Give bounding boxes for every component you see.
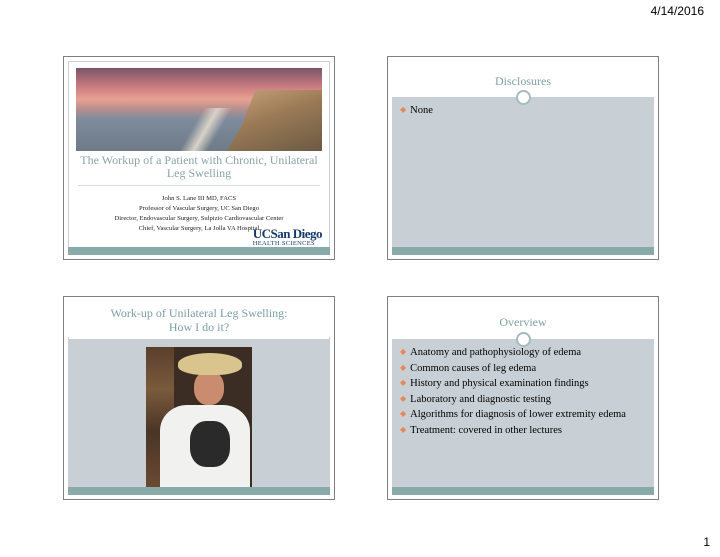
slide-overview: Overview ◆ Anatomy and pathophysiology of… — [387, 296, 659, 500]
list-item: ◆ Treatment: covered in other lectures — [400, 423, 626, 439]
slide-title-line-2: How I do it? — [168, 320, 230, 334]
bullet-text: History and physical examination finding… — [410, 378, 589, 389]
dog — [190, 421, 230, 467]
slide-title-line-1: Work-up of Unilateral Leg Swelling: — [110, 306, 288, 320]
slide-workup: Work-up of Unilateral Leg Swelling: How … — [63, 296, 335, 500]
bullet-text: Treatment: covered in other lectures — [410, 424, 562, 436]
credit-line: Director, Endovascular Surgery, Sulpizio… — [114, 215, 284, 222]
cowboy-hat — [178, 353, 242, 375]
logo-line-1: UCSan Diego — [252, 226, 323, 241]
page-date: 4/14/2016 — [650, 4, 704, 18]
list-item: ◆ Anatomy and pathophysiology of edema — [400, 345, 626, 361]
slide-bottom-bar — [68, 487, 330, 495]
bullet-text: Algorithms for diagnosis of lower extrem… — [410, 409, 626, 420]
credit-line: John S. Lane III MD, FACS — [161, 195, 237, 202]
ucsd-logo: UCSan Diego HEALTH SCIENCES — [252, 226, 323, 248]
page-number: 1 — [703, 535, 710, 549]
list-item: ◆ History and physical examination findin… — [400, 376, 626, 392]
bullet-text: None — [410, 105, 433, 116]
beach-photo — [76, 68, 322, 151]
credit-line: Professor of Vascular Surgery, UC San Di… — [138, 205, 259, 212]
slide-title-text: Overview — [499, 315, 547, 329]
bullet-text: Common causes of leg edema — [410, 362, 537, 374]
list-item: ◆ Algorithms for diagnosis of lower extre… — [400, 407, 626, 423]
slide-title-text: Disclosures — [495, 74, 551, 88]
bullet-text: Laboratory and diagnostic testing — [410, 393, 551, 405]
slide-title: The Workup of a Patient with Chronic, Un… — [63, 56, 335, 260]
slide-disclosures: Disclosures ◆ None — [387, 56, 659, 260]
bullet-icon: ◆ — [400, 362, 407, 372]
presentation-title: The Workup of a Patient with Chronic, Un… — [80, 153, 318, 180]
bullet-icon: ◆ — [400, 424, 407, 434]
slide-bottom-bar — [392, 487, 654, 495]
circle-marker-icon — [516, 332, 531, 347]
shoreline — [166, 108, 236, 151]
face — [194, 371, 224, 405]
list-item: ◆ Laboratory and diagnostic testing — [400, 392, 626, 408]
bullet-icon: ◆ — [400, 409, 407, 418]
bullet-icon: ◆ — [400, 105, 407, 114]
title-band: Work-up of Unilateral Leg Swelling: How … — [68, 301, 330, 337]
bullet-icon: ◆ — [400, 347, 407, 356]
circle-marker-icon — [516, 90, 531, 105]
body-panel: ◆ Anatomy and pathophysiology of edema ◆ C… — [392, 339, 654, 487]
body-panel: ◆ None — [392, 97, 654, 247]
slide-bottom-bar — [68, 247, 330, 255]
presenter-photo — [146, 347, 252, 488]
list-item: ◆ None — [400, 103, 433, 119]
list-item: ◆ Common causes of leg edema — [400, 361, 626, 377]
bullet-text: Anatomy and pathophysiology of edema — [410, 347, 582, 358]
bullet-list: ◆ None — [400, 103, 433, 119]
title-divider — [78, 185, 320, 186]
bullet-icon: ◆ — [400, 393, 407, 403]
slide-bottom-bar — [392, 247, 654, 255]
bullet-list: ◆ Anatomy and pathophysiology of edema ◆ C… — [400, 345, 626, 438]
cliff — [227, 90, 322, 151]
bullet-icon: ◆ — [400, 378, 407, 387]
